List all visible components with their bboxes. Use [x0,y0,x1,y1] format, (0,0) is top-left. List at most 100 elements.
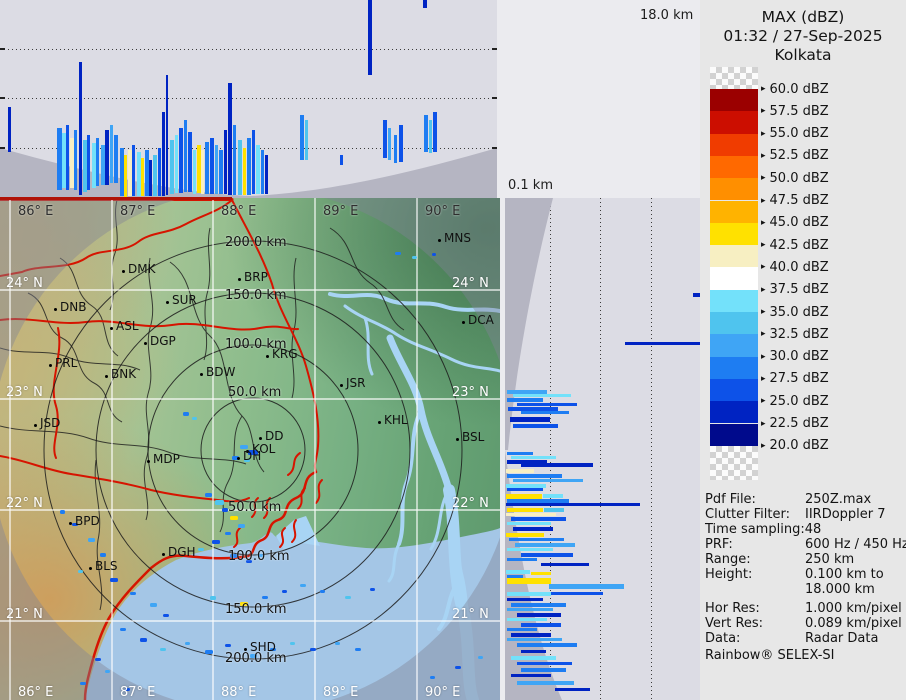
echo-bar [625,342,700,345]
echo-blob [300,584,306,587]
info-row: Pdf File: 250Z.max [705,492,903,507]
echo-bar [507,638,562,641]
echo-bar [184,120,187,192]
echo-bar [521,553,573,557]
scale-value: 25.0 dBZ [769,393,829,409]
city-marker-dot [105,375,108,378]
scale-tick-label: ▸ 25.0 dBZ [761,393,829,409]
city-code: DNB [60,300,87,314]
info-row: Clutter Filter: IIRDoppler 7 [705,507,903,522]
echo-bar [517,662,572,665]
axis-tick [0,48,5,50]
tick-arrow-icon: ▸ [761,329,766,340]
echo-bar [179,128,183,193]
echo-blob [238,524,245,528]
echo-bar [521,463,593,467]
echo-blob [412,256,417,259]
echo-bar [507,488,543,491]
scale-value: 40.0 dBZ [769,259,829,275]
echo-bar [513,479,583,482]
city-marker-dot [462,321,465,324]
echo-bar [124,155,127,198]
color-swatch [710,356,758,379]
longitude-label: 87° E [120,204,156,219]
city-marker-dot [49,364,52,367]
color-swatch [710,312,758,335]
state-boundary-top-edge [0,197,232,200]
echo-blob [183,412,189,416]
info-value: 18.000 km [805,582,875,597]
axis-tick [0,147,5,149]
axis-tick [492,97,497,99]
scale-tick-label: ▸ 60.0 dBZ [761,81,829,97]
echo-bar [507,508,543,512]
echo-bar [110,125,113,183]
color-swatch [710,111,758,134]
ns-cross-section-panel [505,198,700,700]
echo-bar [513,394,571,397]
city-code: DCA [468,313,494,327]
echo-bar [243,148,246,195]
echo-bar [513,424,558,428]
info-row: Vert Res: 0.089 km/pixel [705,616,903,631]
echo-blob [212,540,220,544]
echo-bar [265,155,268,194]
info-row: Height: 0.100 km to [705,567,903,582]
echo-bar [511,456,556,459]
echo-blob [163,614,169,617]
scale-tick-label: ▸ 52.5 dBZ [761,148,829,164]
city-code: BDW [206,365,236,379]
city-marker-dot [89,567,92,570]
latitude-label: 21° N [452,607,489,622]
tick-arrow-icon: ▸ [761,173,766,184]
info-value: 250Z.max [805,492,872,507]
city-code: MNS [444,231,471,245]
echo-bar [506,513,556,516]
echo-blob [80,682,86,685]
echo-blob [88,538,95,542]
echo-bar [506,503,640,506]
software-brand: Rainbow® SELEX-SI [705,648,835,663]
echo-bar [201,150,204,194]
echo-bar [8,107,11,152]
city-code: DMK [128,262,156,276]
echo-bar [506,533,544,537]
echo-bar [383,120,387,158]
echo-bar [205,142,209,194]
echo-bar [261,150,264,194]
echo-bar [74,130,77,190]
info-label: Vert Res: [705,616,764,631]
echo-bar [507,558,537,561]
city-code: BRP [244,270,268,284]
tick-arrow-icon: ▸ [761,284,766,295]
legend-panel: MAX (dBZ) 01:32 / 27-Sep-2025 Kolkata ▸ 6… [700,0,906,700]
city-code: BPD [75,514,100,528]
city-marker-dot [438,239,441,242]
city-code: KRG [272,347,298,361]
echo-bar [507,474,562,478]
scale-value: 37.5 dBZ [769,282,829,298]
info-label: Pdf File: [705,492,756,507]
color-swatch [710,133,758,156]
echo-blob [198,548,204,551]
echo-bar [300,115,304,160]
scale-value: 35.0 dBZ [769,304,829,320]
echo-blob [355,648,361,651]
info-value: 600 Hz / 450 Hz [805,537,906,552]
longitude-label: 88° E [221,204,257,219]
color-swatch [710,401,758,424]
scale-tick-label: ▸ 37.5 dBZ [761,282,829,298]
echo-bar [96,138,99,186]
city-marker-dot [200,373,203,376]
product-datetime: 01:32 / 27-Sep-2025 [723,27,883,45]
echo-bar [215,145,218,194]
scale-value: 57.5 dBZ [769,103,829,119]
tick-arrow-icon: ▸ [761,396,766,407]
echo-bar [521,411,569,414]
scale-tick-label: ▸ 20.0 dBZ [761,438,829,454]
product-title: MAX (dBZ) [761,8,845,26]
echo-bar [162,112,165,196]
echo-bar [66,125,69,190]
echo-bar [507,628,537,631]
scale-value: 60.0 dBZ [769,81,829,97]
